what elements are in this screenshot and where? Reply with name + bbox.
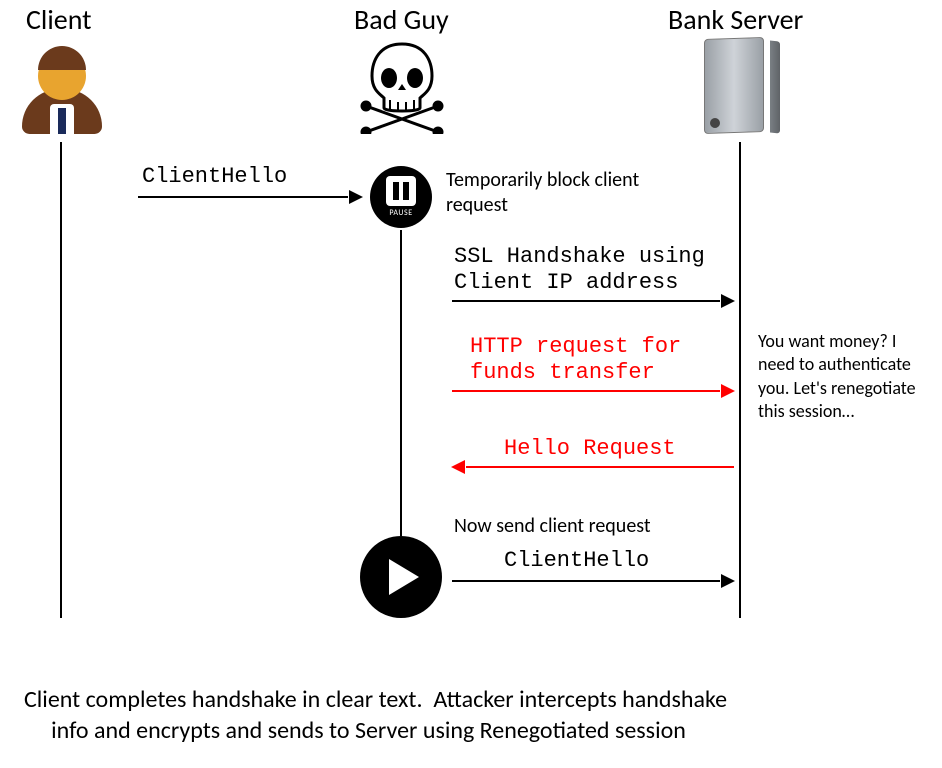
arrow-client-hello-2: [452, 580, 734, 582]
pause-icon: PAUSE: [370, 166, 432, 228]
client-lifeline: [60, 142, 62, 618]
arrow-hello-request: [452, 466, 734, 468]
pause-text: PAUSE: [389, 208, 412, 218]
label-now-send: Now send client request: [454, 514, 754, 539]
client-title: Client: [26, 2, 92, 37]
arrow-http-request: [452, 390, 734, 392]
arrow-ssl-handshake: [452, 300, 734, 302]
skull-crossbones-icon: [360, 40, 444, 139]
footer-text: Client completes handshake in clear text…: [24, 684, 924, 746]
attacker-title: Bad Guy: [354, 2, 449, 37]
label-block-note: Temporarily block client request: [446, 168, 686, 218]
label-http-request: HTTP request for funds transfer: [470, 334, 681, 387]
client-avatar-icon: [22, 44, 102, 134]
label-client-hello-1: ClientHello: [142, 164, 287, 190]
label-ssl-handshake: SSL Handshake using Client IP address: [454, 244, 705, 297]
server-thought-text: You want money? I need to authenticate y…: [758, 330, 934, 424]
server-lifeline: [739, 142, 741, 618]
label-hello-request: Hello Request: [504, 436, 676, 462]
server-icon: [704, 38, 774, 138]
attacker-lifeline: [400, 230, 402, 536]
arrow-client-hello-1: [138, 196, 362, 198]
server-title: Bank Server: [668, 2, 803, 37]
label-client-hello-2: ClientHello: [504, 548, 649, 574]
play-icon: [360, 536, 442, 618]
